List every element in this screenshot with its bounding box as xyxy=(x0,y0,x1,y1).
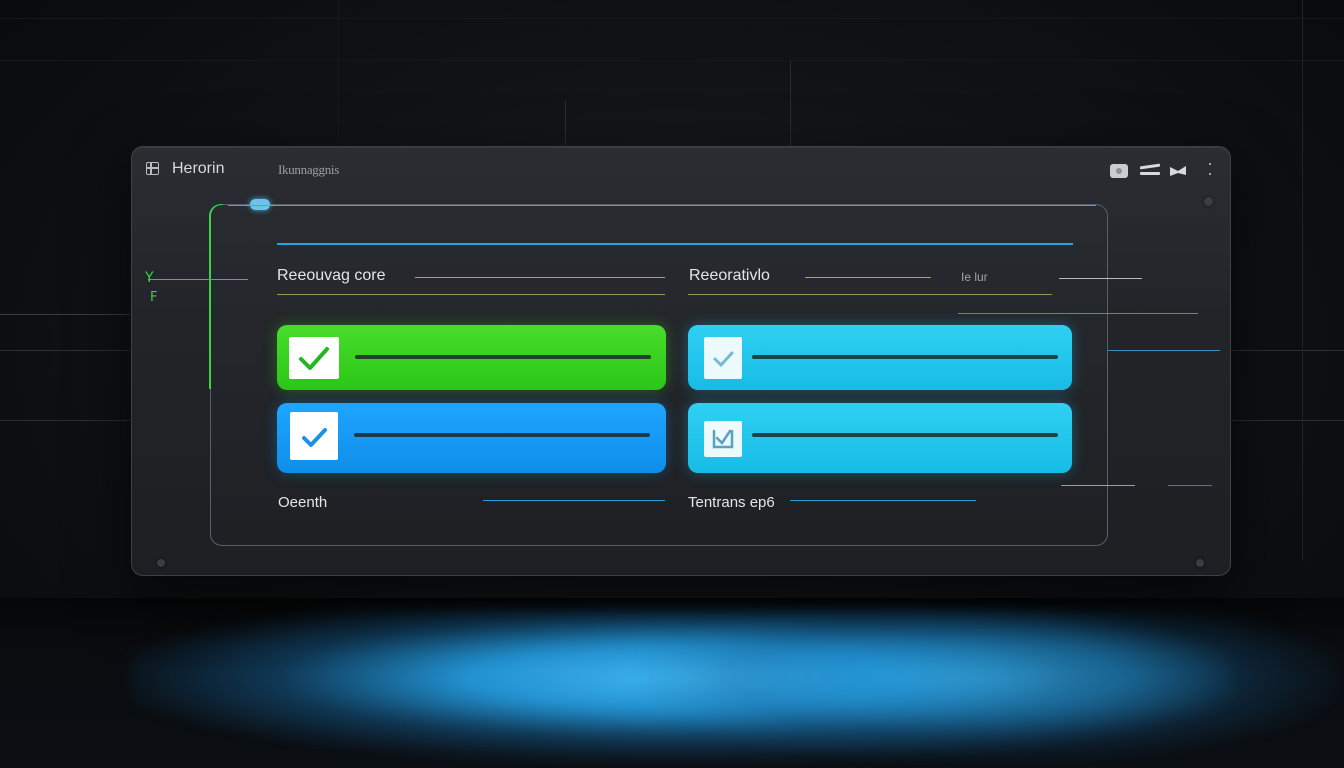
minimize-icon[interactable] xyxy=(1140,163,1160,178)
header-rule xyxy=(415,277,665,278)
app-title: Herorin xyxy=(172,160,225,177)
footer-rule xyxy=(483,500,665,501)
header-rule xyxy=(1059,278,1142,279)
floor-glow xyxy=(640,610,1340,760)
checkbox-checked[interactable] xyxy=(289,337,339,379)
check-icon xyxy=(299,347,329,370)
task-progress-bar xyxy=(752,433,1058,437)
bg-line xyxy=(0,60,1344,61)
corner-dot xyxy=(1196,559,1204,567)
bg-line xyxy=(0,18,1344,19)
connector-line xyxy=(958,313,1198,314)
footer-rule xyxy=(1168,485,1212,486)
check-icon xyxy=(302,428,327,447)
task-tile[interactable] xyxy=(688,403,1072,473)
check-icon xyxy=(712,429,734,449)
checkbox-pending[interactable] xyxy=(704,421,742,457)
bg-line xyxy=(0,350,130,351)
bg-line xyxy=(1302,0,1303,560)
task-tile[interactable] xyxy=(277,325,666,390)
side-mark: F xyxy=(150,290,158,305)
task-tile[interactable] xyxy=(688,325,1072,390)
more-icon[interactable] xyxy=(1209,163,1211,177)
footer-label-right: Tentrans ep6 xyxy=(688,494,775,511)
connector-line xyxy=(1108,350,1220,351)
check-icon xyxy=(713,351,734,368)
footer-label-left: Oeenth xyxy=(278,494,328,511)
record-icon[interactable] xyxy=(1110,164,1128,178)
task-progress-bar xyxy=(355,355,651,359)
task-progress-bar xyxy=(752,355,1058,359)
flag-icon[interactable] xyxy=(1170,164,1186,178)
footer-rule xyxy=(790,500,976,501)
bg-line xyxy=(790,60,791,146)
task-progress-bar xyxy=(354,433,650,437)
task-tile[interactable] xyxy=(277,403,666,473)
bg-line xyxy=(338,0,339,146)
side-mark: Y xyxy=(145,270,154,286)
corner-dot xyxy=(1204,197,1213,206)
header-rule xyxy=(277,294,665,295)
header-rule xyxy=(688,294,1052,295)
section-title-right: Reeorativlo xyxy=(689,267,770,284)
section-title-left: Reeouvag core xyxy=(277,267,386,284)
grid-icon[interactable] xyxy=(146,162,159,175)
app-tab[interactable]: Ikunnaggnis xyxy=(278,162,339,178)
progress-bracket xyxy=(209,204,223,389)
timeline-line xyxy=(228,205,1096,206)
checkbox-checked[interactable] xyxy=(290,412,338,460)
connector-line xyxy=(148,279,248,280)
section-badge: Ie lur xyxy=(961,270,988,284)
header-rule xyxy=(805,277,931,278)
bg-line xyxy=(1230,420,1344,421)
bg-line xyxy=(0,314,130,315)
footer-rule xyxy=(1061,485,1135,486)
bg-line xyxy=(565,100,566,146)
screen: Herorin Ikunnaggnis Y F Reeouvag core Re… xyxy=(0,0,1344,768)
bg-line xyxy=(0,420,130,421)
bg-line xyxy=(1230,350,1344,351)
header-divider xyxy=(277,243,1073,245)
checkbox-pending[interactable] xyxy=(704,337,742,379)
corner-dot xyxy=(157,559,165,567)
